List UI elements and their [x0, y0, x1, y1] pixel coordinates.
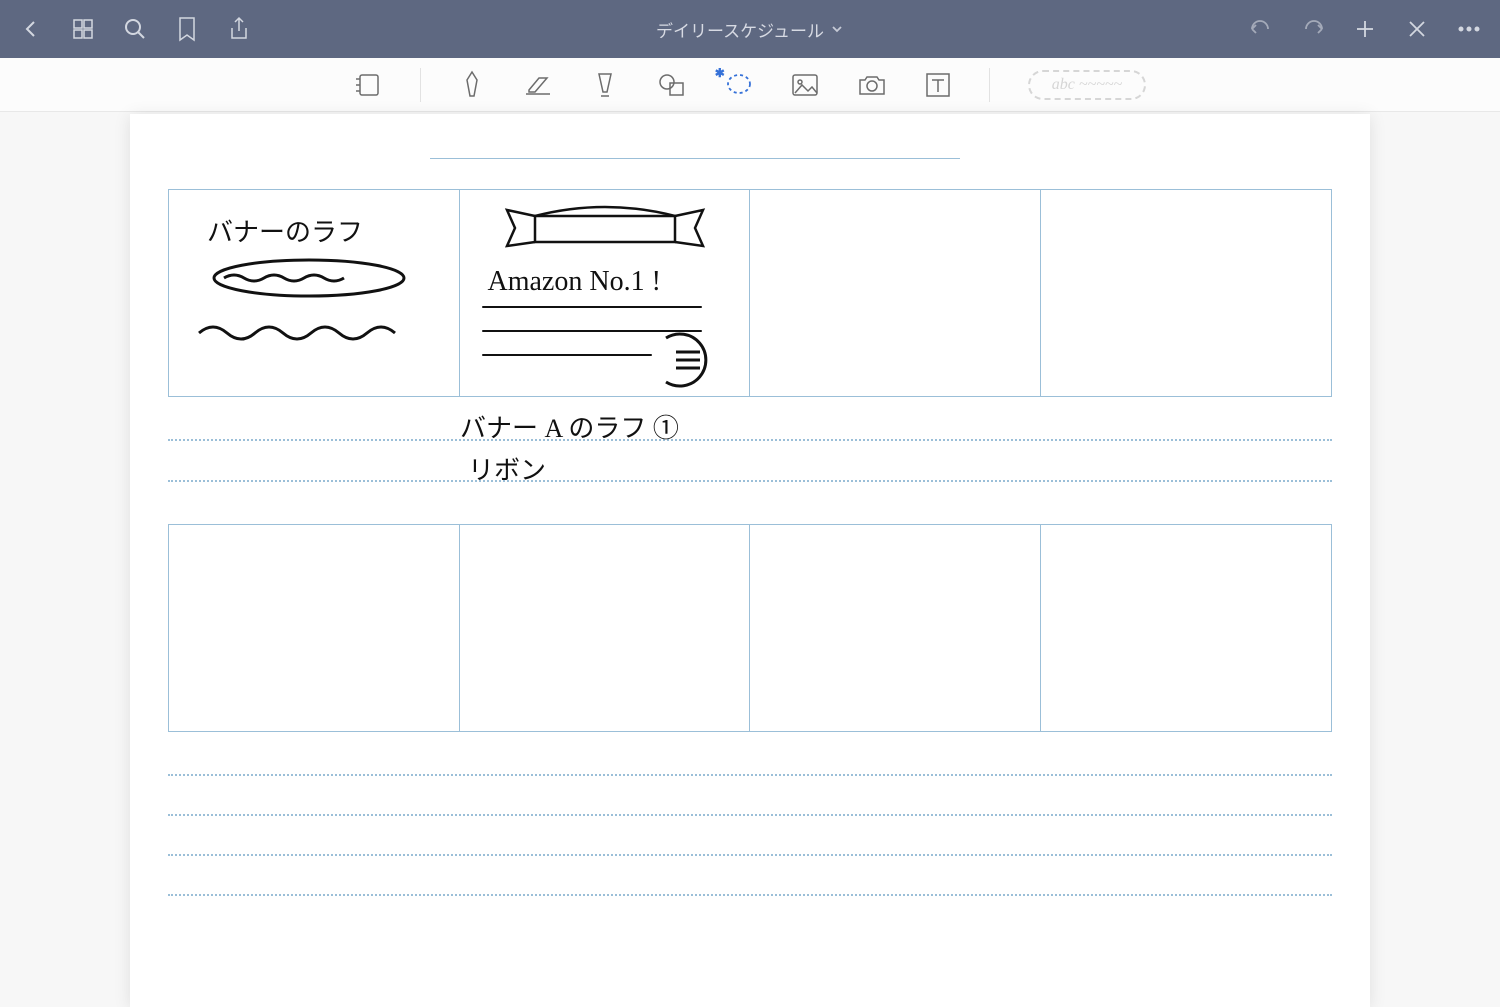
text-tool-icon[interactable] [925, 72, 951, 98]
chevron-down-icon [830, 22, 844, 36]
nav-right [1248, 16, 1482, 42]
placeholder-text: abc ~~~~~ [1052, 76, 1122, 93]
toolbar: ✱ abc ~~~~~ [0, 58, 1500, 112]
sketch-oval-wave [179, 248, 439, 388]
notebook-tool-icon[interactable] [354, 72, 382, 98]
document-title: デイリースケジュール [656, 17, 824, 42]
image-tool-icon[interactable] [791, 73, 819, 97]
storyboard-cell[interactable]: バナーのラフ [169, 190, 460, 396]
storyboard-cell[interactable] [750, 190, 1041, 396]
handwriting-caption: バナー A のラフ ① [460, 408, 679, 445]
text-entry-placeholder[interactable]: abc ~~~~~ [1028, 70, 1146, 100]
workspace: バナーのラフ Amazon No.1 ! [0, 112, 1500, 1007]
back-icon[interactable] [18, 16, 44, 42]
ruled-line [168, 894, 1332, 896]
storyboard-cell[interactable] [1041, 190, 1332, 396]
close-stylus-icon[interactable] [1404, 16, 1430, 42]
handwriting-caption: リボン [468, 450, 546, 487]
storyboard-row-1: バナーのラフ Amazon No.1 ! [168, 189, 1332, 397]
storyboard-cell[interactable] [169, 525, 460, 731]
sketch-line [482, 354, 652, 356]
top-nav: デイリースケジュール [0, 0, 1500, 58]
storyboard-cell[interactable]: Amazon No.1 ! [460, 190, 751, 396]
grid-view-icon[interactable] [70, 16, 96, 42]
toolbar-divider [420, 68, 421, 102]
document-title-dropdown[interactable]: デイリースケジュール [252, 17, 1248, 42]
ruled-line [168, 439, 1332, 441]
storyboard-cell[interactable] [460, 525, 751, 731]
camera-tool-icon[interactable] [857, 73, 887, 97]
storyboard-cell[interactable] [750, 525, 1041, 731]
nav-left [18, 16, 252, 42]
ruled-line [168, 854, 1332, 856]
share-icon[interactable] [226, 16, 252, 42]
sketch-line [482, 306, 702, 308]
note-page[interactable]: バナーのラフ Amazon No.1 ! [130, 114, 1370, 1007]
redo-icon[interactable] [1300, 16, 1326, 42]
ruled-line [168, 814, 1332, 816]
sketch-ribbon [475, 196, 735, 266]
undo-icon[interactable] [1248, 16, 1274, 42]
handwriting-text: バナーのラフ [207, 212, 363, 249]
sketch-button-icon [658, 330, 718, 390]
storyboard-row-2 [168, 524, 1332, 732]
title-underline [430, 158, 960, 159]
lasso-tool-icon[interactable]: ✱ [725, 72, 753, 98]
add-icon[interactable] [1352, 16, 1378, 42]
toolbar-divider [989, 68, 990, 102]
highlighter-tool-icon[interactable] [591, 70, 619, 100]
storyboard-cell[interactable] [1041, 525, 1332, 731]
handwriting-text: Amazon No.1 ! [488, 266, 661, 298]
bookmark-icon[interactable] [174, 16, 200, 42]
shape-tool-icon[interactable] [657, 72, 687, 98]
eraser-tool-icon[interactable] [523, 72, 553, 98]
ruled-line [168, 774, 1332, 776]
ruled-line [168, 480, 1332, 482]
more-icon[interactable] [1456, 16, 1482, 42]
bluetooth-badge-icon: ✱ [715, 66, 725, 80]
search-icon[interactable] [122, 16, 148, 42]
pen-tool-icon[interactable] [459, 70, 485, 100]
